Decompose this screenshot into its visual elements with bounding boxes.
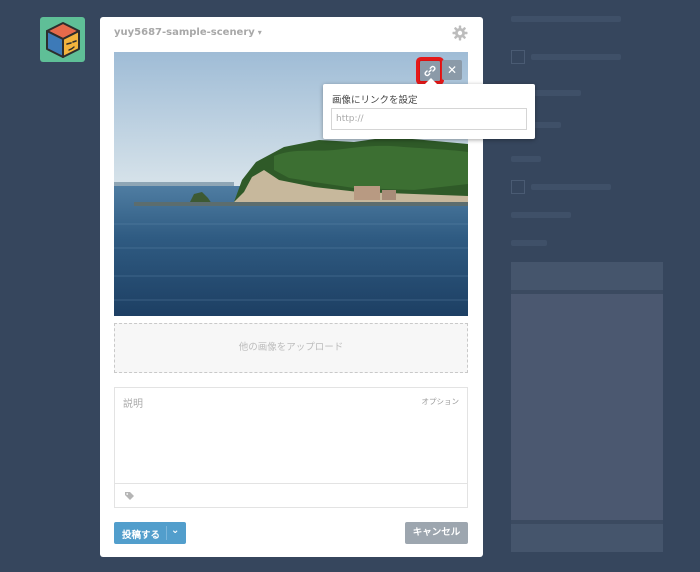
optional-label: オプション bbox=[421, 397, 460, 406]
bg-card-header bbox=[511, 262, 663, 290]
bg-line bbox=[511, 240, 547, 246]
bg-line bbox=[531, 54, 621, 60]
bg-line bbox=[511, 212, 571, 218]
bg-card-image bbox=[511, 294, 663, 520]
upload-label: 他の画像をアップロード bbox=[238, 342, 344, 353]
cancel-button[interactable]: キャンセル bbox=[405, 522, 468, 544]
bg-line bbox=[511, 16, 621, 22]
link-icon bbox=[424, 65, 436, 77]
upload-another-image[interactable]: 他の画像をアップロード bbox=[114, 323, 468, 373]
blog-caret: ▾ bbox=[257, 28, 262, 37]
post-button-label: 投稿する bbox=[122, 530, 161, 541]
post-button-divider bbox=[166, 526, 167, 540]
image-link-popup: 画像にリンクを設定 bbox=[323, 78, 535, 139]
gear-icon[interactable] bbox=[452, 25, 468, 41]
bg-line bbox=[511, 156, 541, 162]
cube-face-icon bbox=[46, 22, 80, 58]
remove-photo-button[interactable]: ✕ bbox=[442, 60, 462, 80]
bg-post-card bbox=[511, 262, 663, 552]
tag-icon bbox=[125, 492, 134, 500]
image-link-url-input[interactable] bbox=[331, 108, 527, 130]
blog-name: yuy5687-sample-scenery bbox=[114, 27, 255, 38]
tag-input-row[interactable] bbox=[115, 483, 467, 508]
popup-arrow bbox=[425, 78, 437, 84]
avatar[interactable] bbox=[40, 17, 85, 62]
description-placeholder: 説明 bbox=[123, 399, 143, 410]
bg-icon bbox=[511, 180, 525, 194]
image-link-title: 画像にリンクを設定 bbox=[332, 95, 418, 106]
bg-card-footer bbox=[511, 524, 663, 552]
chevron-down-icon[interactable]: ⌄ bbox=[171, 525, 179, 536]
cancel-button-label: キャンセル bbox=[412, 527, 461, 538]
bg-icon bbox=[511, 50, 525, 64]
description-field[interactable]: 説明 オプション bbox=[114, 387, 468, 508]
post-button[interactable]: 投稿する ⌄ bbox=[114, 522, 186, 544]
blog-selector[interactable]: yuy5687-sample-scenery ▾ bbox=[114, 27, 262, 38]
bg-line bbox=[531, 184, 611, 190]
photo-post-panel: yuy5687-sample-scenery ▾ ✕ 画像にリンクを設定 htt… bbox=[100, 17, 535, 557]
close-icon: ✕ bbox=[446, 63, 458, 77]
